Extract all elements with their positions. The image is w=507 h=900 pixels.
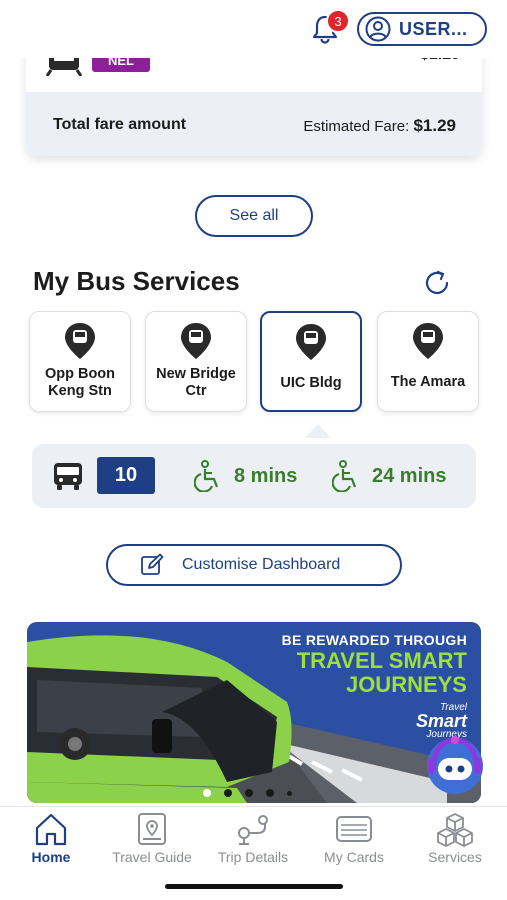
bus-service-row[interactable]: 10 8 mins 24 mins [32, 444, 476, 508]
customise-dashboard-label: Customise Dashboard [182, 556, 341, 573]
bus-stop-name: New Bridge Ctr [156, 366, 236, 399]
tab-home[interactable]: Home [1, 811, 101, 865]
notification-badge: 3 [326, 9, 350, 33]
card-icon [336, 816, 372, 842]
bus-stop-pin-icon [296, 324, 326, 360]
arrival-minutes: 8 mins [234, 464, 298, 487]
top-bar: 3 USER... [0, 0, 507, 58]
bus-stop-pin-icon [181, 323, 211, 359]
tab-label: Travel Guide [112, 849, 192, 865]
tab-travel-guide[interactable]: Travel Guide [102, 811, 202, 865]
tab-services[interactable]: Services [405, 811, 505, 865]
bus-service-number: 10 [97, 457, 155, 494]
wheelchair-accessible-icon [332, 460, 357, 492]
promo-banner[interactable]: BE REWARDED THROUGH TRAVEL SMART JOURNEY… [27, 622, 481, 803]
logo-text-main: Smart [415, 711, 467, 731]
tab-label: Services [428, 849, 482, 865]
total-fare-label: Total fare amount [53, 116, 187, 133]
user-name-label: USER... [399, 18, 468, 39]
refresh-icon[interactable] [420, 266, 454, 300]
bus-stop-name: UIC Bldg [280, 375, 342, 391]
tab-label: My Cards [324, 849, 384, 865]
arrival-time: 24 mins [332, 460, 446, 492]
home-icon [35, 813, 67, 846]
estimated-fare-value: $1.29 [413, 116, 456, 135]
banner-headline: TRAVEL SMART JOURNEYS [296, 648, 467, 697]
carousel-dot[interactable] [203, 789, 211, 797]
selected-stop-pointer [305, 424, 331, 438]
bus-stop-name: Opp Boon Keng Stn [44, 366, 116, 399]
customise-dashboard-button[interactable]: Customise Dashboard [106, 544, 402, 586]
wheelchair-accessible-icon [194, 460, 219, 492]
banner-subtitle: BE REWARDED THROUGH [281, 632, 467, 648]
chatbot-assistant-icon[interactable] [420, 730, 490, 800]
edit-icon [141, 553, 164, 575]
services-icon [437, 813, 473, 847]
arrival-time: 8 mins [194, 460, 297, 492]
bus-stop-name: The Amara [390, 374, 466, 390]
tab-trip-details[interactable]: Trip Details [203, 811, 303, 865]
bus-icon [54, 463, 82, 490]
bus-services-title: My Bus Services [33, 266, 240, 296]
user-account-button[interactable]: USER... [357, 12, 487, 46]
home-indicator [165, 884, 343, 889]
user-icon [365, 16, 391, 42]
carousel-dot[interactable] [245, 789, 253, 797]
tab-label: Trip Details [217, 849, 289, 865]
trip-details-icon [238, 815, 268, 845]
estimated-fare: Estimated Fare: $1.29 [303, 116, 456, 136]
bus-stop-pin-icon [65, 323, 95, 359]
tab-label: Home [31, 849, 71, 865]
carousel-dot[interactable] [224, 789, 232, 797]
bus-stop-card[interactable]: New Bridge Ctr [145, 311, 247, 412]
arrival-minutes: 24 mins [372, 464, 447, 487]
bus-stop-card[interactable]: Opp Boon Keng Stn [29, 311, 131, 412]
bus-stop-card[interactable]: The Amara [377, 311, 479, 412]
bus-stop-pin-icon [413, 323, 443, 359]
estimated-fare-label: Estimated Fare: [303, 118, 410, 135]
total-fare-row: Total fare amount Estimated Fare: $1.29 [26, 92, 482, 156]
bus-stop-card-selected[interactable]: UIC Bldg [260, 311, 362, 412]
carousel-dot[interactable] [266, 789, 274, 797]
carousel-dots[interactable] [203, 789, 292, 797]
carousel-dot[interactable] [287, 790, 292, 796]
travel-guide-icon [138, 813, 166, 845]
see-all-button[interactable]: See all [195, 195, 313, 237]
tab-my-cards[interactable]: My Cards [304, 811, 404, 865]
